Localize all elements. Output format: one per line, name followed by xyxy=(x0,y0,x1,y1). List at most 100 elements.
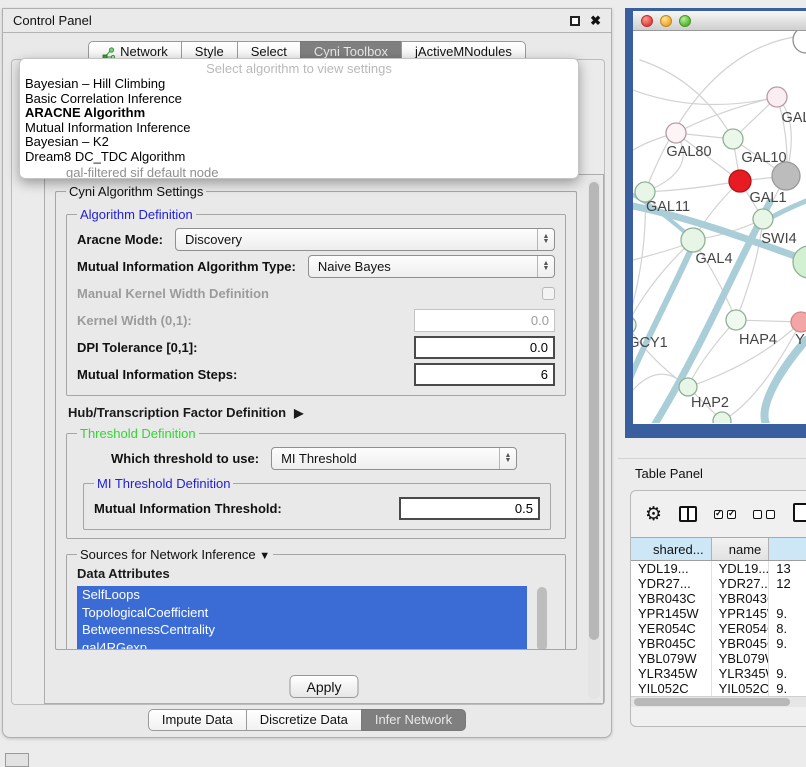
algorithm-definition-legend: Algorithm Definition xyxy=(77,207,196,222)
network-edge[interactable] xyxy=(765,340,806,423)
column-header[interactable]: A xyxy=(769,538,806,560)
node-label: GAL11 xyxy=(646,199,690,215)
network-edge[interactable] xyxy=(633,243,694,384)
column-header[interactable]: shared... xyxy=(631,538,712,560)
bottom-tab-infer-network[interactable]: Infer Network xyxy=(361,709,466,731)
table-row[interactable]: YBR043CYBR043C xyxy=(631,591,806,606)
mi-type-label: Mutual Information Algorithm Type: xyxy=(77,259,296,274)
network-node-gcy1[interactable] xyxy=(633,316,636,334)
column-header[interactable]: name xyxy=(712,538,770,560)
combo-stepper-icon: ▲▼ xyxy=(537,256,554,277)
data-attributes-list[interactable]: SelfLoopsTopologicalCoefficientBetweenne… xyxy=(77,586,555,650)
mac-close-icon[interactable] xyxy=(641,15,653,27)
settings-vertical-scrollbar[interactable] xyxy=(588,179,600,699)
bottom-tab-label: Impute Data xyxy=(162,710,233,730)
sources-legend-label: Sources for Network Inference xyxy=(80,547,256,562)
bottom-tab-impute-data[interactable]: Impute Data xyxy=(148,709,247,731)
node-label: GAL80 xyxy=(666,144,711,160)
network-edge[interactable] xyxy=(645,181,740,192)
network-canvas[interactable]: GALGAL80GAL10GAL1GAL11GAL4SWI4GCY1HAP4YH… xyxy=(633,31,806,423)
data-attribute-item[interactable]: BetweennessCentrality xyxy=(77,621,527,639)
data-attribute-item[interactable]: TopologicalCoefficient xyxy=(77,604,527,622)
network-edge[interactable] xyxy=(655,202,770,423)
cyni-algorithm-settings-legend: Cyni Algorithm Settings xyxy=(66,184,206,199)
mac-minimize-icon[interactable] xyxy=(660,15,672,27)
manual-kernel-checkbox[interactable] xyxy=(542,287,555,300)
algorithm-option[interactable]: Mutual Information Inference xyxy=(20,121,578,136)
algorithm-dropdown-prompt: Select algorithm to view settings xyxy=(20,60,578,77)
network-node-hap4[interactable] xyxy=(726,310,746,330)
hub-definition-disclosure[interactable]: Hub/Transcription Factor Definition ▶ xyxy=(68,405,566,420)
table-horizontal-scrollbar[interactable] xyxy=(631,696,806,707)
data-attribute-item[interactable]: gal4RGexp xyxy=(77,639,527,650)
network-node-gal4[interactable] xyxy=(681,228,705,252)
bottom-tab-label: Discretize Data xyxy=(260,710,348,730)
gear-icon[interactable]: ⚙ xyxy=(645,503,662,525)
table-row[interactable]: YIL052CYIL052C9. xyxy=(631,681,806,696)
network-node-gal80[interactable] xyxy=(666,123,686,143)
algorithm-option[interactable]: Bayesian – K2 xyxy=(20,135,578,150)
algorithm-dropdown-popup: Select algorithm to view settings Bayesi… xyxy=(19,58,579,179)
aracne-mode-label: Aracne Mode: xyxy=(77,232,163,247)
table-row[interactable]: YBR045CYBR045C9. xyxy=(631,636,806,651)
network-node[interactable] xyxy=(713,412,731,423)
close-icon[interactable]: ✖ xyxy=(590,16,601,26)
node-label: Y xyxy=(795,332,805,348)
deselect-all-icon[interactable] xyxy=(753,510,775,519)
kernel-width-field[interactable]: 0.0 xyxy=(414,309,555,332)
algorithm-option[interactable]: Bayesian – Hill Climbing xyxy=(20,77,578,92)
network-node[interactable] xyxy=(772,162,800,190)
table-row[interactable]: YLR345WYLR345W9. xyxy=(631,666,806,681)
manual-kernel-label: Manual Kernel Width Definition xyxy=(77,286,269,301)
threshold-definition-group: Threshold Definition Which threshold to … xyxy=(66,426,566,539)
table-cell: YLR345W xyxy=(712,666,770,681)
aracne-mode-select[interactable]: Discovery ▲▼ xyxy=(175,228,555,251)
mi-threshold-field[interactable]: 0.5 xyxy=(399,497,540,520)
algorithm-option[interactable]: Basic Correlation Inference xyxy=(20,92,578,107)
minimized-panel-grip[interactable] xyxy=(5,753,29,767)
table-row[interactable]: YDL19...YDL19...13 xyxy=(631,561,806,576)
algorithm-option[interactable]: ARACNE Algorithm xyxy=(20,106,578,121)
network-node-gal1[interactable] xyxy=(729,170,751,192)
table-cell: YER054C xyxy=(712,621,770,636)
mac-zoom-icon[interactable] xyxy=(679,15,691,27)
network-node-hap2[interactable] xyxy=(679,378,697,396)
table-row[interactable]: YDR27...YDR27...12 xyxy=(631,576,806,591)
which-threshold-label: Which threshold to use: xyxy=(111,451,259,466)
dpi-tolerance-field[interactable]: 0.0 xyxy=(414,336,555,359)
network-node-gal10[interactable] xyxy=(723,129,743,149)
table-cell: 9. xyxy=(769,681,806,696)
table-row[interactable]: YER054CYER054C8. xyxy=(631,621,806,636)
network-combo-ghost-value: gal-filtered sif default node xyxy=(20,165,578,179)
threshold-definition-legend: Threshold Definition xyxy=(77,426,199,441)
network-node[interactable] xyxy=(753,209,773,229)
which-threshold-select[interactable]: MI Threshold ▲▼ xyxy=(271,447,517,470)
algorithm-definition-group: Algorithm Definition Aracne Mode: Discov… xyxy=(66,207,566,396)
table-cell: YPR145W xyxy=(631,606,712,621)
table-cell: YLR345W xyxy=(631,666,712,681)
mi-type-select[interactable]: Naive Bayes ▲▼ xyxy=(308,255,555,278)
bottom-tab-discretize-data[interactable]: Discretize Data xyxy=(246,709,362,731)
export-table-icon[interactable] xyxy=(793,503,806,522)
node-label: GAL xyxy=(781,110,806,126)
table-cell: YBR043C xyxy=(712,591,770,606)
network-node-gal[interactable] xyxy=(767,87,787,107)
network-node[interactable] xyxy=(793,31,806,53)
data-attribute-item[interactable]: SelfLoops xyxy=(77,586,527,604)
float-window-icon[interactable] xyxy=(570,16,580,26)
mi-steps-field[interactable]: 6 xyxy=(414,363,555,386)
network-node-y[interactable] xyxy=(791,312,806,332)
table-cell: YBR045C xyxy=(631,636,712,651)
columns-icon[interactable] xyxy=(679,506,697,522)
attribute-list-scrollbar[interactable] xyxy=(537,587,547,650)
table-row[interactable]: YBL079WYBL079W xyxy=(631,651,806,666)
table-panel-title: Table Panel xyxy=(635,466,703,481)
table-row[interactable]: YPR145WYPR145W9. xyxy=(631,606,806,621)
table-cell: YBR045C xyxy=(712,636,770,651)
apply-button[interactable]: Apply xyxy=(289,675,358,698)
sources-legend[interactable]: Sources for Network Inference ▼ xyxy=(77,547,273,562)
network-node-swi4[interactable] xyxy=(793,246,806,278)
select-all-icon[interactable] xyxy=(714,510,736,519)
algorithm-option[interactable]: Dream8 DC_TDC Algorithm xyxy=(20,150,578,165)
node-label: SWI4 xyxy=(761,231,796,247)
